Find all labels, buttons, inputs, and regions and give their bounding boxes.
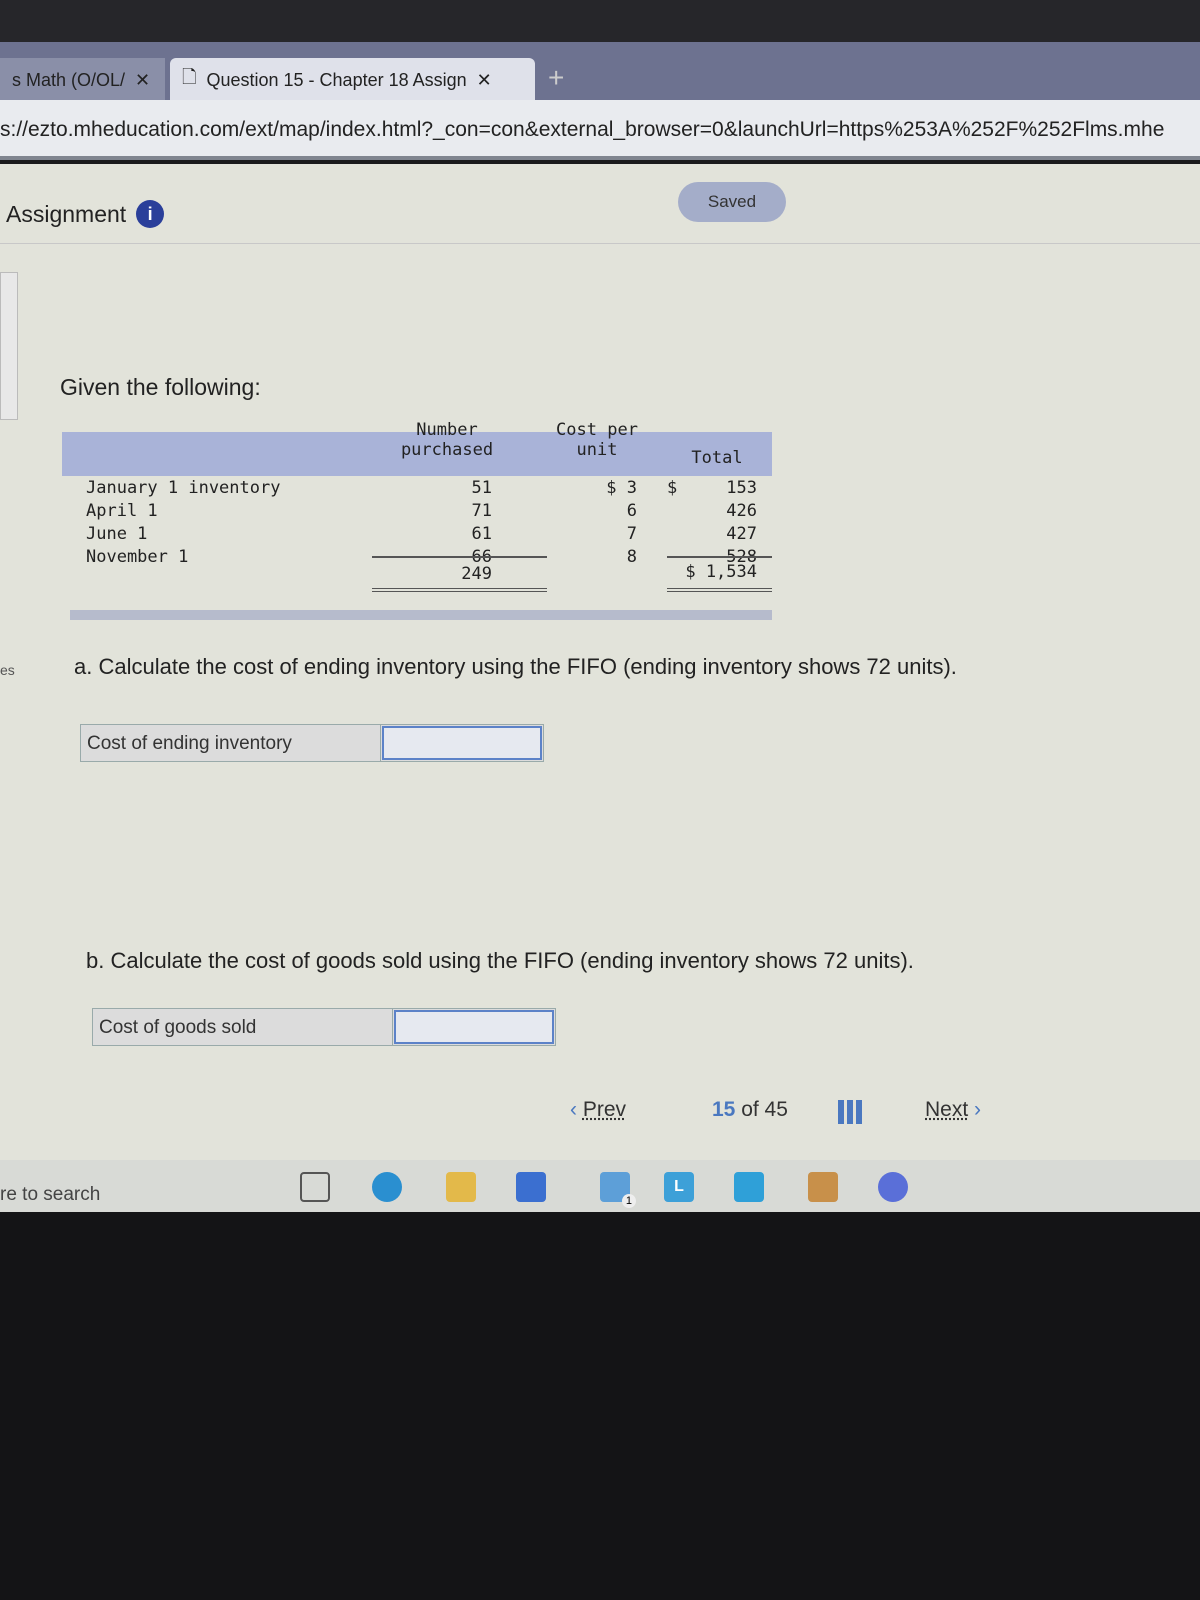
tab-label: Question 15 - Chapter 18 Assign — [206, 69, 467, 90]
prev-label: Prev — [582, 1098, 627, 1121]
inventory-table: Number purchased Cost per unit Total Jan… — [62, 420, 772, 620]
part-b-label: Cost of goods sold — [93, 1009, 393, 1045]
new-tab-icon[interactable]: + — [548, 62, 564, 94]
number-sum-line — [372, 556, 547, 558]
page-indicator: 15 of 45 — [712, 1098, 788, 1122]
grid-icon[interactable] — [838, 1100, 862, 1124]
document-icon: 🗋 — [182, 67, 197, 87]
cell-total: 153 — [726, 478, 757, 498]
number-total: 249 — [461, 564, 492, 584]
close-icon[interactable]: ✕ — [477, 70, 492, 91]
header-number: Number purchased — [400, 420, 494, 460]
app-l-icon[interactable]: L — [664, 1172, 694, 1202]
total-double-line — [667, 588, 772, 592]
number-double-line — [372, 588, 547, 592]
app-icon[interactable] — [808, 1172, 838, 1202]
cell-label: June 1 — [86, 524, 148, 544]
sidebar-label: es — [0, 662, 15, 678]
next-label: Next — [925, 1098, 969, 1121]
file-explorer-icon[interactable] — [446, 1172, 476, 1202]
cost-of-ending-inventory-input[interactable] — [382, 726, 542, 760]
tab-label: s Math (O/OL/ — [12, 69, 126, 90]
cortana-icon[interactable] — [734, 1172, 764, 1202]
cell-label: April 1 — [86, 501, 158, 521]
laptop-bezel — [0, 1212, 1200, 1600]
info-icon[interactable]: i — [136, 200, 165, 228]
cell-cost: 6 — [626, 501, 637, 521]
saved-badge: Saved — [678, 182, 786, 222]
tab-question[interactable]: 🗋 Question 15 - Chapter 18 Assign ✕ — [170, 58, 535, 102]
cell-cost: 7 — [626, 524, 637, 544]
header-cost: Cost per unit — [556, 420, 638, 460]
cell-label: November 1 — [86, 547, 189, 567]
chevron-right-icon: › — [974, 1098, 982, 1121]
address-bar[interactable]: s://ezto.mheducation.com/ext/map/index.h… — [0, 100, 1200, 160]
grand-total: $ 1,534 — [685, 562, 757, 582]
part-a-label: Cost of ending inventory — [81, 725, 381, 761]
cell-total: 426 — [726, 501, 757, 521]
next-button[interactable]: Next › — [925, 1098, 981, 1122]
table-footer-band — [70, 610, 772, 620]
assignment-title: Assignment i — [6, 200, 165, 228]
assignment-header — [0, 164, 1200, 244]
total-pages: of 45 — [741, 1098, 788, 1121]
taskbar-search[interactable]: re to search — [0, 1184, 100, 1206]
chevron-left-icon: ‹ — [570, 1098, 577, 1121]
store-icon[interactable] — [516, 1172, 546, 1202]
prev-button[interactable]: ‹ Prev — [570, 1098, 626, 1122]
title-text: Assignment — [6, 200, 127, 227]
sidebar-tab[interactable] — [0, 272, 18, 420]
close-icon[interactable]: ✕ — [135, 70, 150, 91]
question-intro: Given the following: — [60, 374, 261, 400]
current-page: 15 — [712, 1098, 736, 1121]
total-sum-line — [667, 556, 772, 558]
cell-cost: $ 3 — [606, 478, 637, 498]
part-a-row: Cost of ending inventory — [80, 724, 544, 762]
part-b-row: Cost of goods sold — [92, 1008, 556, 1046]
copilot-icon[interactable] — [878, 1172, 908, 1202]
cell-total: 427 — [726, 524, 757, 544]
cost-of-goods-sold-input[interactable] — [394, 1010, 554, 1044]
mail-icon[interactable]: 1 — [600, 1172, 636, 1208]
cell-number: 71 — [471, 501, 492, 521]
cell-number: 51 — [471, 478, 492, 498]
page-content — [0, 164, 1200, 1209]
screen-bezel — [0, 0, 1200, 45]
cell-number: 61 — [471, 524, 492, 544]
part-a-text: a. Calculate the cost of ending inventor… — [74, 654, 957, 679]
task-view-icon[interactable] — [300, 1172, 330, 1202]
tab-math[interactable]: s Math (O/OL/ ✕ — [0, 58, 165, 102]
cell-cost: 8 — [626, 547, 637, 567]
mail-badge: 1 — [621, 1194, 636, 1208]
edge-icon[interactable] — [372, 1172, 402, 1202]
part-b-text: b. Calculate the cost of goods sold usin… — [86, 948, 914, 973]
cell-label: January 1 inventory — [86, 478, 281, 498]
header-total: Total — [691, 448, 743, 468]
